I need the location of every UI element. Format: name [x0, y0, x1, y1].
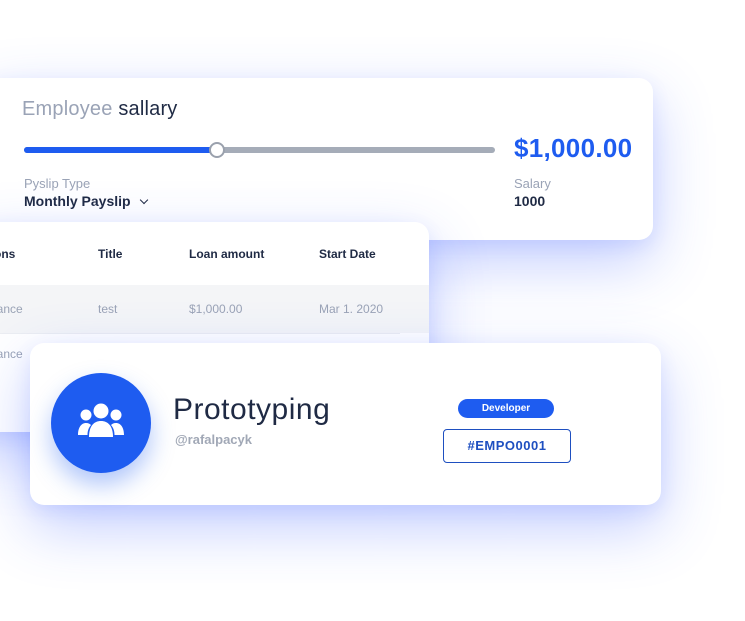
- avatar: [51, 373, 151, 473]
- profile-name: Prototyping: [173, 393, 331, 426]
- salary-card-title: Employee sallary: [22, 98, 178, 121]
- cell-options: Insurance: [0, 302, 23, 316]
- payslip-type-dropdown[interactable]: Monthly Payslip: [24, 193, 148, 209]
- title-dark: sallary: [118, 98, 178, 120]
- profile-handle: @rafalpacyk: [175, 432, 252, 447]
- cell-start-date: Mar 1. 2020: [319, 302, 384, 316]
- salary-label: Salary: [514, 176, 551, 191]
- salary-card: Employee sallary $1,000.00 Pyslip Type M…: [0, 78, 653, 240]
- payslip-type-value: Monthly Payslip: [24, 193, 131, 209]
- profile-card: Prototyping @rafalpacyk Developer #EMPO0…: [30, 343, 661, 505]
- table-row[interactable]: Insurance test $1,000.00 Mar 1. 2020: [0, 285, 429, 333]
- salary-slider-thumb[interactable]: [209, 142, 226, 158]
- title-light: Employee: [22, 98, 113, 120]
- cell-loan-amount: $1,000.00: [189, 302, 243, 316]
- payslip-type-label: Pyslip Type: [24, 176, 91, 191]
- column-header-start-date: Start Date: [319, 247, 376, 261]
- chevron-down-icon: [139, 195, 148, 205]
- users-group-icon: [78, 403, 124, 437]
- column-header-title: Title: [98, 247, 123, 261]
- role-badge: Developer: [458, 399, 554, 418]
- salary-amount: $1,000.00: [514, 133, 633, 163]
- cell-title: test: [98, 302, 118, 316]
- employee-id-tag[interactable]: #EMPO0001: [443, 429, 571, 463]
- salary-slider[interactable]: [24, 142, 495, 158]
- column-header-options: Options: [0, 247, 16, 261]
- salary-slider-fill: [24, 147, 218, 153]
- salary-value: 1000: [514, 193, 546, 209]
- column-header-loan-amount: Loan amount: [189, 247, 265, 261]
- cell-options: Insurance: [0, 347, 23, 361]
